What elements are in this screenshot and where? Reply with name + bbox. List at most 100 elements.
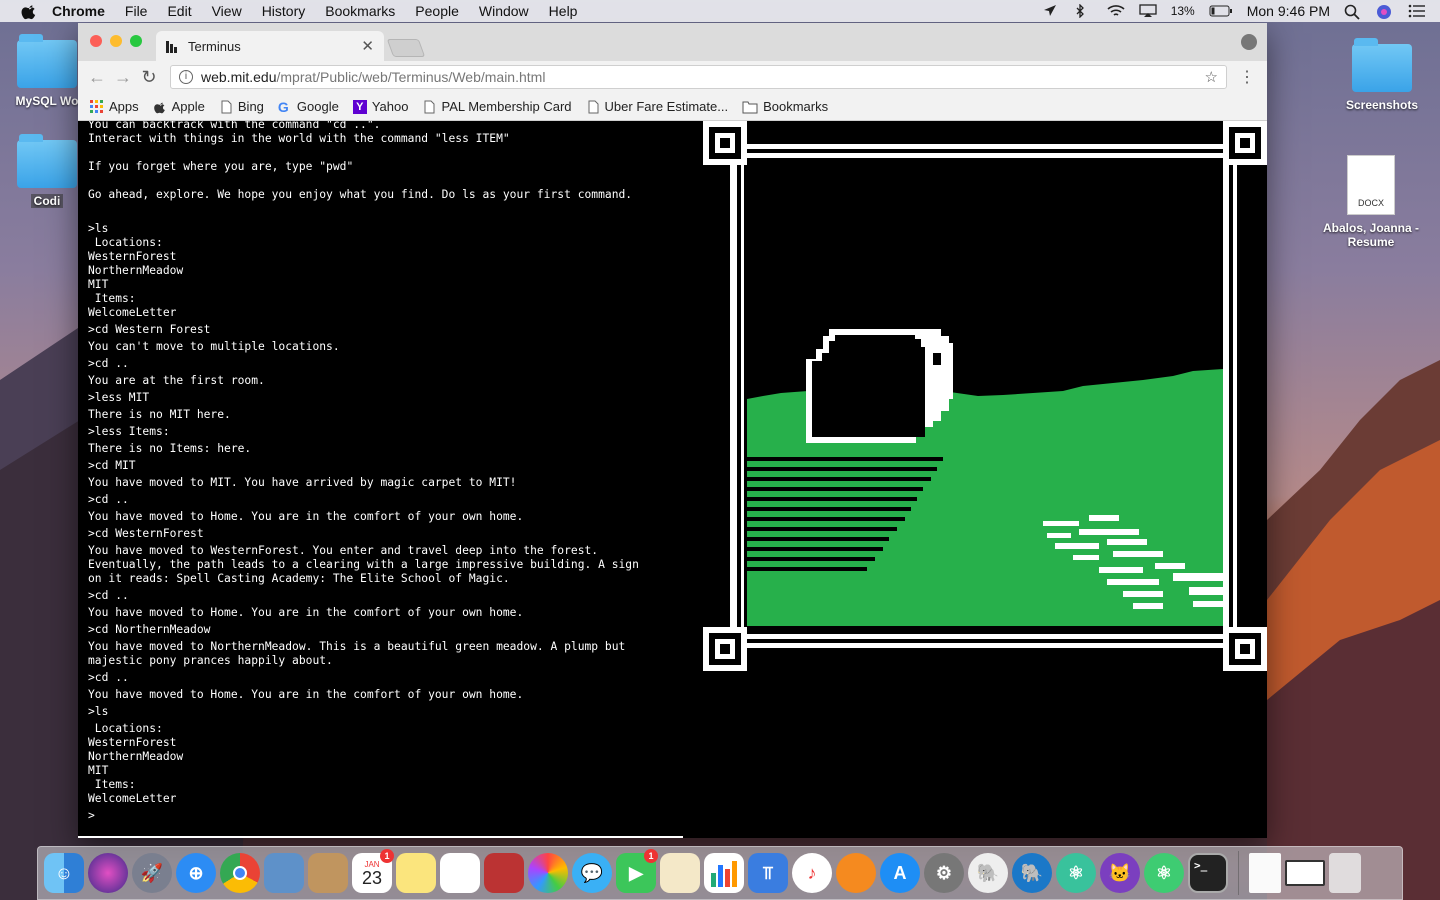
menu-window[interactable]: Window bbox=[479, 3, 529, 19]
forward-arrow-icon[interactable]: → bbox=[110, 67, 136, 88]
bookmark-apple[interactable]: Apple bbox=[153, 99, 205, 114]
dock-window-thumbnail[interactable] bbox=[1285, 860, 1325, 886]
menu-help[interactable]: Help bbox=[549, 3, 578, 19]
page-icon bbox=[588, 100, 599, 113]
bookmark-uber[interactable]: Uber Fare Estimate... bbox=[586, 99, 729, 114]
terminal-output-line: Locations: bbox=[88, 236, 163, 249]
calendar-day: 23 bbox=[361, 867, 383, 888]
dock-atom[interactable]: ⚛ bbox=[1056, 853, 1096, 893]
chrome-menu-icon[interactable]: ⋮ bbox=[1239, 67, 1255, 87]
dock-photo-booth[interactable] bbox=[484, 853, 524, 893]
terminal-command-line: >cd .. bbox=[88, 357, 129, 370]
reload-icon[interactable]: ↻ bbox=[136, 67, 162, 88]
menu-clock[interactable]: Mon 9:46 PM bbox=[1247, 3, 1330, 19]
dock-app-store[interactable]: A bbox=[880, 853, 920, 893]
dock-numbers[interactable] bbox=[704, 853, 744, 893]
terminal-command-line: >less MIT bbox=[88, 391, 150, 404]
desktop-icon-label: Screenshots bbox=[1345, 98, 1419, 112]
back-arrow-icon[interactable]: ← bbox=[84, 67, 110, 88]
dock-finder[interactable]: ☺ bbox=[44, 853, 84, 893]
bookmark-label: Uber Fare Estimate... bbox=[604, 99, 729, 114]
docx-label: DOCX bbox=[1357, 198, 1384, 208]
address-bar[interactable]: i web.mit.edu /mprat/Public/web/Terminus… bbox=[170, 65, 1227, 89]
location-icon[interactable] bbox=[1043, 4, 1061, 18]
terminal-command-line: >cd NorthernMeadow bbox=[88, 623, 211, 636]
desktop-icon-screenshots[interactable]: Screenshots bbox=[1327, 38, 1437, 112]
bookmark-google[interactable]: G Google bbox=[278, 99, 339, 114]
meadow-scene bbox=[703, 121, 1267, 671]
dock-sequel-pro[interactable]: 🐘 bbox=[968, 853, 1008, 893]
dock-facetime[interactable]: ▶ 1 bbox=[616, 849, 658, 893]
dock-calendar[interactable]: JAN 23 1 bbox=[352, 849, 394, 893]
dock-system-preferences[interactable]: ⚙ bbox=[924, 853, 964, 893]
terminus-favicon-icon bbox=[166, 39, 180, 53]
menu-file[interactable]: File bbox=[125, 3, 148, 19]
bookmark-pal[interactable]: PAL Membership Card bbox=[422, 99, 572, 114]
menu-bookmarks[interactable]: Bookmarks bbox=[325, 3, 395, 19]
zoom-window-button[interactable] bbox=[130, 35, 142, 47]
dock-messages[interactable]: 💬 bbox=[572, 853, 612, 893]
menu-view[interactable]: View bbox=[212, 3, 242, 19]
bookmark-apps[interactable]: Apps bbox=[90, 99, 139, 114]
dock-photos[interactable] bbox=[528, 853, 568, 893]
dock-preview[interactable] bbox=[264, 853, 304, 893]
close-window-button[interactable] bbox=[90, 35, 102, 47]
wifi-icon[interactable] bbox=[1107, 4, 1125, 18]
desktop-icon-resume[interactable]: DOCX Abalos, Joanna - Resume bbox=[1316, 155, 1426, 249]
dock-mysql-workbench[interactable]: 🐘 bbox=[1012, 853, 1052, 893]
profile-icon[interactable] bbox=[1241, 34, 1257, 50]
dock-safari[interactable]: ⊕ bbox=[176, 853, 216, 893]
bluetooth-icon[interactable] bbox=[1075, 3, 1093, 19]
terminal-output-line: Items: bbox=[88, 292, 136, 305]
desktop-icon-label: Codi bbox=[30, 194, 64, 208]
dock-ibooks[interactable] bbox=[836, 853, 876, 893]
site-info-icon[interactable]: i bbox=[179, 70, 193, 84]
dock-document[interactable] bbox=[1249, 853, 1281, 893]
terminal-command-line: Locations: bbox=[88, 722, 163, 735]
spotlight-icon[interactable] bbox=[1344, 4, 1362, 20]
minimize-window-button[interactable] bbox=[110, 35, 122, 47]
terminal-command-line: You have moved to Home. You are in the c… bbox=[88, 606, 524, 619]
menu-edit[interactable]: Edit bbox=[167, 3, 191, 19]
terminal-command-line: >cd WesternForest bbox=[88, 527, 204, 540]
dock-siri[interactable] bbox=[88, 853, 128, 893]
dock-trash[interactable] bbox=[1329, 853, 1361, 893]
dock-keynote[interactable]: ⫪ bbox=[748, 853, 788, 893]
new-tab-button[interactable] bbox=[386, 39, 426, 57]
menu-app-name[interactable]: Chrome bbox=[52, 3, 105, 19]
menu-history[interactable]: History bbox=[262, 3, 306, 19]
bookmark-label: Google bbox=[296, 99, 339, 114]
terminal-output-line: MIT bbox=[88, 278, 109, 291]
bookmark-folder[interactable]: Bookmarks bbox=[742, 99, 828, 114]
bookmark-star-icon[interactable]: ☆ bbox=[1205, 68, 1218, 86]
notification-center-icon[interactable] bbox=[1408, 4, 1426, 18]
dock-notes[interactable] bbox=[396, 853, 436, 893]
terminal-command-line: You have moved to MIT. You have arrived … bbox=[88, 476, 517, 489]
apple-logo-icon bbox=[153, 102, 165, 113]
desktop-icon-label: Abalos, Joanna - Resume bbox=[1322, 221, 1420, 249]
dock-terminal[interactable]: >_ bbox=[1188, 853, 1228, 893]
tab-terminus[interactable]: Terminus ✕ bbox=[156, 31, 384, 61]
apple-menu-icon[interactable] bbox=[20, 2, 38, 20]
terminal-command-line: You can't move to multiple locations. bbox=[88, 340, 340, 353]
bookmark-yahoo[interactable]: Y Yahoo bbox=[352, 99, 408, 114]
terminal-command-line: >cd MIT bbox=[88, 459, 136, 472]
close-tab-icon[interactable]: ✕ bbox=[361, 37, 374, 55]
macos-menu-bar: Chrome File Edit View History Bookmarks … bbox=[0, 0, 1440, 22]
bookmark-bing[interactable]: Bing bbox=[219, 99, 264, 114]
menu-people[interactable]: People bbox=[415, 3, 459, 19]
dock-github-desktop[interactable]: 🐱 bbox=[1100, 853, 1140, 893]
airplay-icon[interactable] bbox=[1139, 4, 1157, 18]
dock-textedit[interactable] bbox=[660, 853, 700, 893]
siri-icon[interactable] bbox=[1376, 4, 1394, 19]
dock-atom-beta[interactable]: ⚛ bbox=[1144, 853, 1184, 893]
dock-contacts[interactable] bbox=[308, 853, 348, 893]
dock-chrome[interactable] bbox=[220, 853, 260, 893]
command-input-underline[interactable] bbox=[78, 836, 683, 838]
boulder-shape bbox=[806, 329, 953, 443]
dock-launchpad[interactable]: 🚀 bbox=[132, 853, 172, 893]
dock-itunes[interactable]: ♪ bbox=[792, 853, 832, 893]
battery-icon[interactable] bbox=[1209, 4, 1232, 18]
terminal-output-line: NorthernMeadow bbox=[88, 264, 184, 277]
dock-reminders[interactable] bbox=[440, 853, 480, 893]
